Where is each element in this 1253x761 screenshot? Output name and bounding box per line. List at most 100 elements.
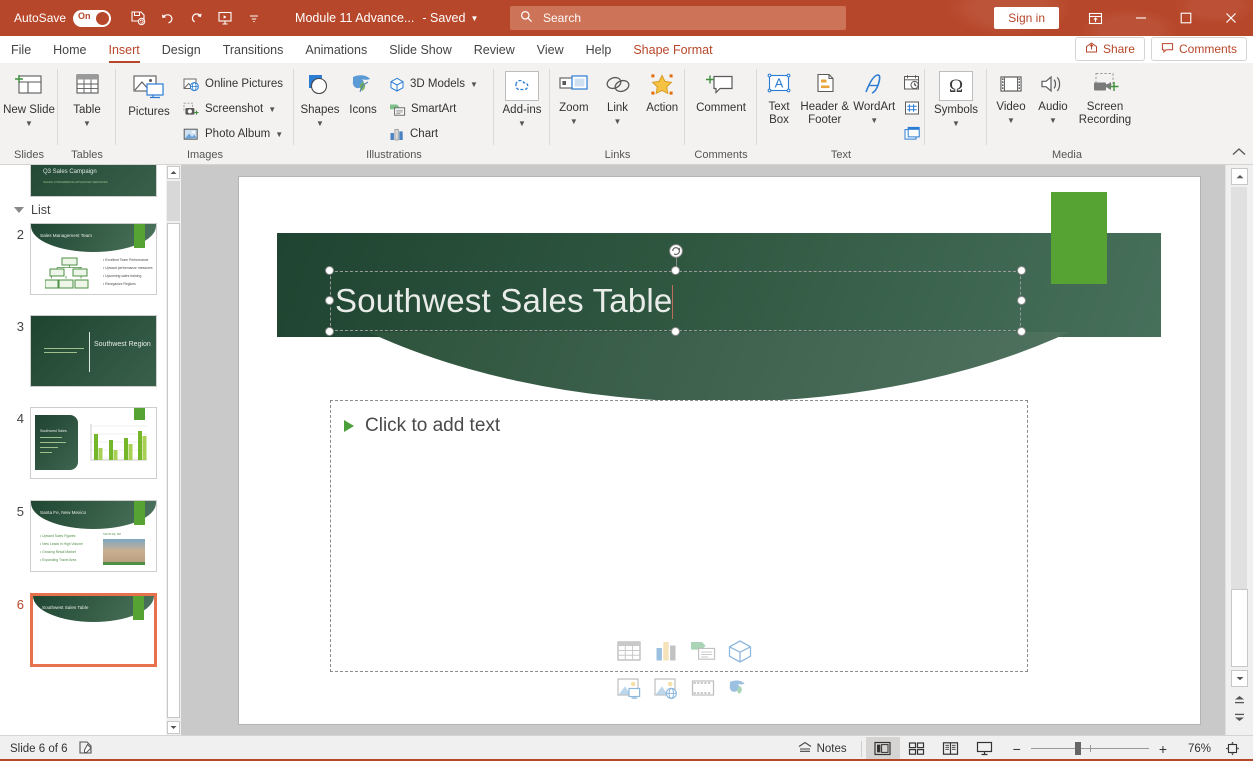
normal-view-button[interactable]: [865, 736, 900, 761]
collapse-ribbon-icon[interactable]: [1231, 146, 1247, 161]
comment-button[interactable]: Comment: [688, 68, 754, 115]
tab-design[interactable]: Design: [151, 38, 212, 63]
add-ins-chevron-icon[interactable]: ▼: [518, 117, 526, 130]
ribbon-display-options-icon[interactable]: [1073, 0, 1118, 36]
text-box-button[interactable]: A Text Box: [760, 68, 798, 127]
scroll-down-button[interactable]: [1231, 670, 1248, 687]
minimize-button[interactable]: [1118, 0, 1163, 36]
resize-handle-middle-right[interactable]: [1017, 296, 1026, 305]
symbols-chevron-icon[interactable]: ▼: [952, 117, 960, 130]
tab-animations[interactable]: Animations: [294, 38, 378, 63]
header-footer-button[interactable]: Header & Footer: [798, 68, 851, 127]
wordart-button[interactable]: WordArt ▼: [851, 68, 897, 127]
online-pictures-button[interactable]: Online Pictures: [178, 72, 288, 96]
resize-handle-top-center[interactable]: [670, 266, 680, 275]
accessibility-icon[interactable]: [78, 740, 93, 758]
resize-handle-top-left[interactable]: [325, 266, 334, 275]
thumbnail-slide-2[interactable]: Sales Management Team • Excellent Team P…: [30, 223, 157, 295]
audio-chevron-icon[interactable]: ▼: [1049, 114, 1057, 127]
thumbnail-scroll-track-upper[interactable]: [167, 181, 180, 221]
object-button[interactable]: [899, 122, 925, 146]
wordart-chevron-icon[interactable]: ▼: [870, 114, 878, 127]
maximize-button[interactable]: [1163, 0, 1208, 36]
zoom-chevron-icon[interactable]: ▼: [570, 115, 578, 128]
screen-recording-button[interactable]: Screen Recording: [1074, 68, 1136, 127]
insert-smartart-icon[interactable]: [685, 633, 721, 669]
chart-button[interactable]: Chart: [384, 122, 483, 146]
content-placeholder[interactable]: Click to add text: [330, 400, 1028, 699]
slide-counter[interactable]: Slide 6 of 6: [10, 743, 68, 755]
slide-thumbnail-pane[interactable]: 1 Q3 Sales Campaign SALES CONFERENCE ADV…: [0, 165, 181, 735]
thumbnail-scrollbar[interactable]: [166, 165, 181, 735]
slide-number-button[interactable]: [899, 96, 925, 120]
slide-accent-rectangle[interactable]: [1051, 192, 1107, 284]
thumbnail-row-5[interactable]: 5 Santa Fe, New Mexico • Upward Sales Fi…: [0, 500, 181, 572]
thumbnail-slide-5[interactable]: Santa Fe, New Mexico • Upward Sales Figu…: [30, 500, 157, 572]
3d-models-button[interactable]: 3D Models ▼: [384, 72, 483, 96]
shapes-button[interactable]: Shapes ▼: [298, 68, 342, 130]
thumbnail-scroll-thumb[interactable]: [167, 223, 180, 718]
insert-pictures-icon[interactable]: [611, 670, 647, 706]
title-placeholder[interactable]: Southwest Sales Table: [325, 244, 1026, 336]
resize-handle-bottom-right[interactable]: [1017, 327, 1026, 336]
shapes-chevron-icon[interactable]: ▼: [316, 117, 324, 130]
audio-button[interactable]: Audio ▼: [1032, 68, 1074, 127]
thumbnail-scroll-down-button[interactable]: [167, 721, 180, 734]
tab-transitions[interactable]: Transitions: [212, 38, 295, 63]
thumbnail-row-4[interactable]: 4 Southwest Sales: [0, 407, 181, 479]
resize-handle-bottom-center[interactable]: [670, 327, 680, 336]
add-ins-button[interactable]: Add-ins ▼: [494, 68, 550, 130]
document-menu-chevron-icon[interactable]: ▼: [470, 14, 478, 23]
zoom-in-button[interactable]: +: [1156, 741, 1170, 757]
zoom-slider[interactable]: [1030, 742, 1149, 756]
fit-to-window-button[interactable]: [1219, 737, 1245, 761]
tab-insert[interactable]: Insert: [98, 38, 151, 63]
close-button[interactable]: [1208, 0, 1253, 36]
photo-album-chevron-icon[interactable]: ▼: [275, 130, 283, 139]
insert-icons-icon[interactable]: [722, 670, 758, 706]
zoom-out-button[interactable]: −: [1010, 741, 1024, 757]
rotate-handle[interactable]: [668, 244, 683, 258]
share-button[interactable]: Share: [1074, 37, 1145, 61]
resize-handle-top-right[interactable]: [1017, 266, 1026, 275]
scroll-up-button[interactable]: [1231, 168, 1248, 185]
reading-view-button[interactable]: [934, 737, 968, 761]
thumbnail-slide-3[interactable]: Southwest Region: [30, 315, 157, 387]
screenshot-button[interactable]: Screenshot ▼: [178, 97, 288, 121]
slide-vertical-scrollbar[interactable]: [1225, 165, 1253, 735]
link-chevron-icon[interactable]: ▼: [614, 115, 622, 128]
insert-table-icon[interactable]: [611, 633, 647, 669]
date-time-button[interactable]: [899, 70, 925, 94]
symbols-button[interactable]: Ω Symbols ▼: [927, 68, 985, 130]
search-box[interactable]: Search: [510, 6, 846, 30]
smartart-button[interactable]: SmartArt: [384, 97, 483, 121]
action-button[interactable]: Action: [639, 68, 685, 115]
video-chevron-icon[interactable]: ▼: [1007, 114, 1015, 127]
scroll-thumb[interactable]: [1231, 589, 1248, 667]
thumbnail-row-6[interactable]: 6 Southwest Sales Table: [0, 593, 181, 667]
new-slide-button[interactable]: New Slide ▼: [0, 68, 58, 130]
3d-models-chevron-icon[interactable]: ▼: [470, 80, 478, 89]
photo-album-button[interactable]: Photo Album ▼: [178, 122, 288, 146]
icons-button[interactable]: Icons: [342, 68, 384, 117]
zoom-slider-knob[interactable]: [1074, 742, 1081, 755]
tab-view[interactable]: View: [526, 38, 575, 63]
comments-button[interactable]: Comments: [1150, 37, 1247, 61]
section-header-list[interactable]: List: [0, 197, 181, 223]
tab-review[interactable]: Review: [463, 38, 526, 63]
screenshot-chevron-icon[interactable]: ▼: [268, 105, 276, 114]
insert-3d-model-icon[interactable]: [722, 633, 758, 669]
notes-button[interactable]: Notes: [788, 737, 857, 761]
content-placeholder-prompt[interactable]: Click to add text: [344, 415, 500, 437]
sign-in-button[interactable]: Sign in: [994, 7, 1059, 29]
tab-file[interactable]: File: [0, 38, 42, 63]
autosave-toggle[interactable]: On: [73, 9, 112, 27]
resize-handle-bottom-left[interactable]: [325, 327, 334, 336]
resize-handle-middle-left[interactable]: [325, 296, 334, 305]
slide-editing-surface[interactable]: Southwest Sales Table Click to add text: [239, 177, 1200, 724]
tab-slide-show[interactable]: Slide Show: [378, 38, 463, 63]
redo-icon[interactable]: [183, 5, 209, 31]
video-button[interactable]: Video ▼: [990, 68, 1032, 127]
thumbnail-row-3[interactable]: 3 Southwest Region: [0, 315, 181, 387]
insert-chart-icon[interactable]: [648, 633, 684, 669]
